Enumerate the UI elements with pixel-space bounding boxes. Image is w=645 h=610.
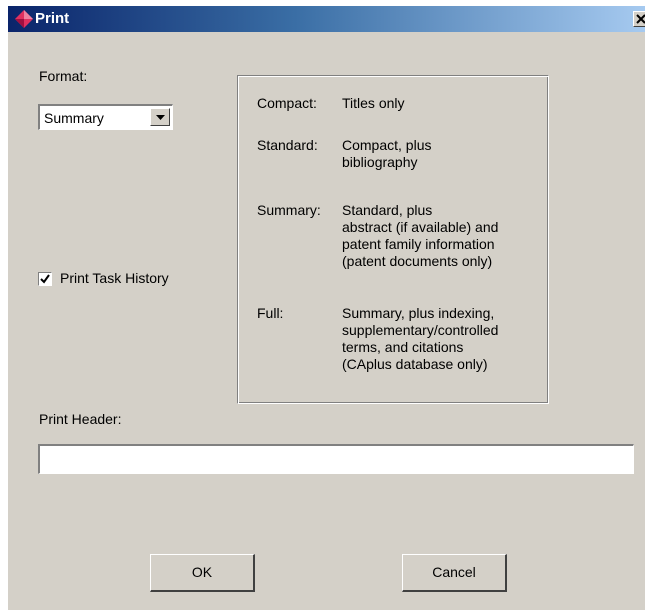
close-button[interactable]: [633, 11, 645, 27]
format-select[interactable]: Summary: [38, 104, 173, 130]
print-task-history-checkbox[interactable]: [38, 272, 52, 286]
format-name-standard: Standard:: [257, 137, 318, 153]
dialog-title: Print: [35, 10, 70, 27]
ok-button[interactable]: OK: [150, 554, 255, 592]
format-name-summary: Summary:: [257, 202, 321, 218]
format-desc-full: Summary, plus indexing, supplementary/co…: [342, 305, 499, 372]
format-name-compact: Compact:: [257, 95, 317, 111]
close-icon: [636, 14, 645, 24]
format-desc-compact: Titles only: [342, 95, 405, 111]
checkmark-icon: [40, 274, 50, 284]
format-selected-value: Summary: [44, 110, 104, 126]
format-descriptions-panel: Compact: Titles only Standard: Compact, …: [237, 75, 549, 404]
print-header-label: Print Header:: [39, 411, 122, 427]
format-name-full: Full:: [257, 305, 284, 321]
format-dropdown-button[interactable]: [150, 108, 170, 126]
format-desc-standard: Compact, plus bibliography: [342, 137, 432, 170]
format-label: Format:: [39, 68, 88, 84]
print-dialog: Print Format: Summary Print Task History…: [8, 6, 645, 610]
print-header-input[interactable]: [38, 444, 634, 474]
title-bar[interactable]: Print: [8, 6, 645, 32]
diamond-app-icon: [14, 9, 34, 29]
print-task-history-label[interactable]: Print Task History: [60, 270, 169, 286]
format-desc-summary: Standard, plus abstract (if available) a…: [342, 202, 499, 269]
cancel-button[interactable]: Cancel: [402, 554, 507, 592]
chevron-down-icon: [156, 115, 165, 120]
